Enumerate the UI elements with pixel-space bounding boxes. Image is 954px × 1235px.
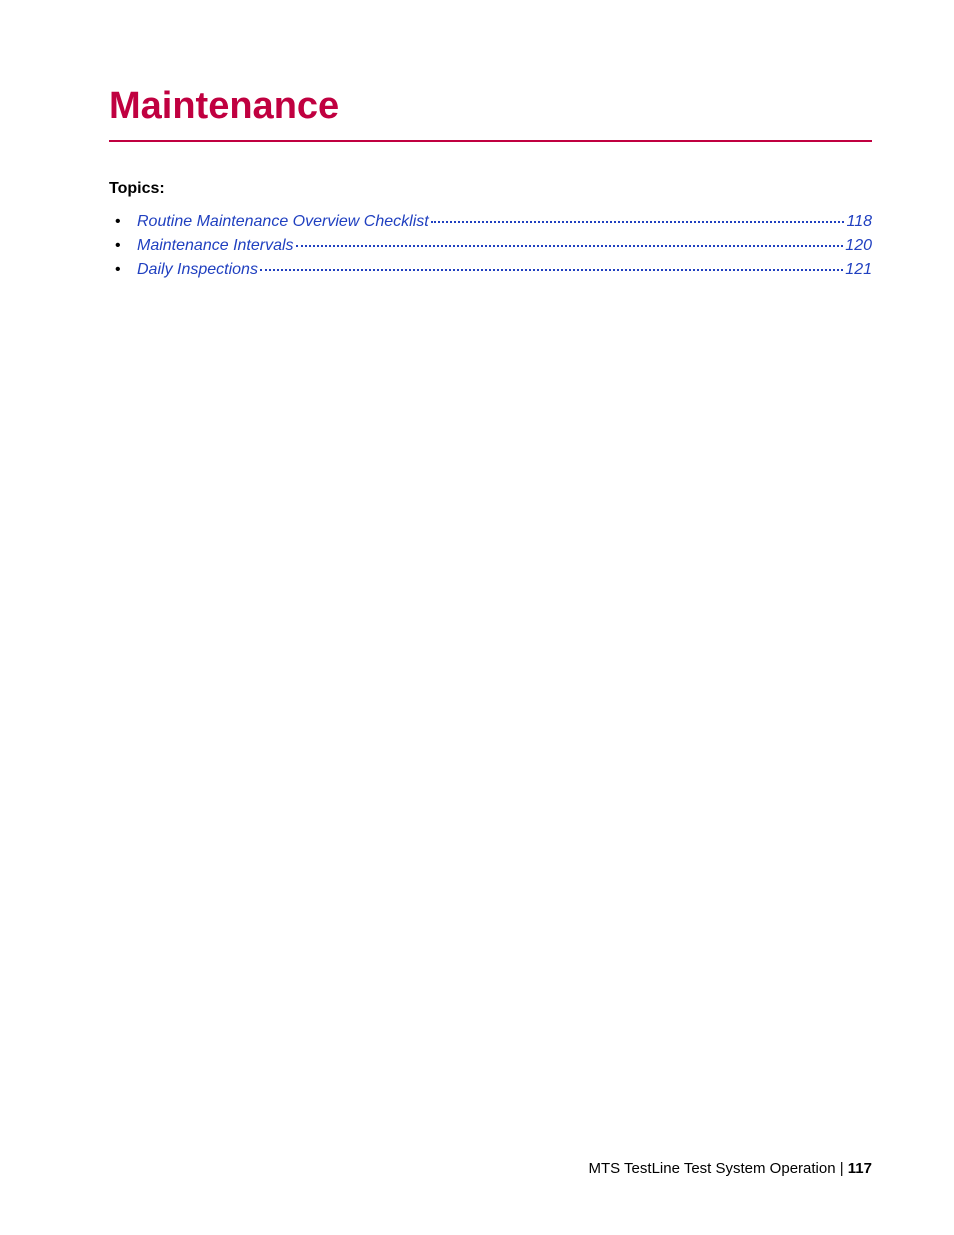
toc-item-page: 121 xyxy=(845,261,872,279)
toc-item[interactable]: Maintenance Intervals 120 xyxy=(115,237,872,255)
topics-label: Topics: xyxy=(109,180,872,198)
document-page: Maintenance Topics: Routine Maintenance … xyxy=(0,0,954,1235)
toc-item[interactable]: Routine Maintenance Overview Checklist 1… xyxy=(115,213,872,231)
toc-item-title: Daily Inspections xyxy=(137,261,258,279)
toc-item-title: Maintenance Intervals xyxy=(137,237,294,255)
chapter-title: Maintenance xyxy=(109,80,872,142)
toc-dots xyxy=(431,221,845,223)
toc-item-page: 118 xyxy=(846,213,872,231)
toc-dots xyxy=(260,269,843,271)
footer-text: MTS TestLine Test System Operation | xyxy=(589,1160,848,1177)
footer-page-number: 117 xyxy=(848,1160,872,1177)
page-footer: MTS TestLine Test System Operation | 117 xyxy=(589,1160,873,1177)
toc-dots xyxy=(296,245,844,247)
toc-list: Routine Maintenance Overview Checklist 1… xyxy=(115,213,872,279)
toc-item-title: Routine Maintenance Overview Checklist xyxy=(137,213,429,231)
toc-item[interactable]: Daily Inspections 121 xyxy=(115,261,872,279)
toc-item-page: 120 xyxy=(845,237,872,255)
